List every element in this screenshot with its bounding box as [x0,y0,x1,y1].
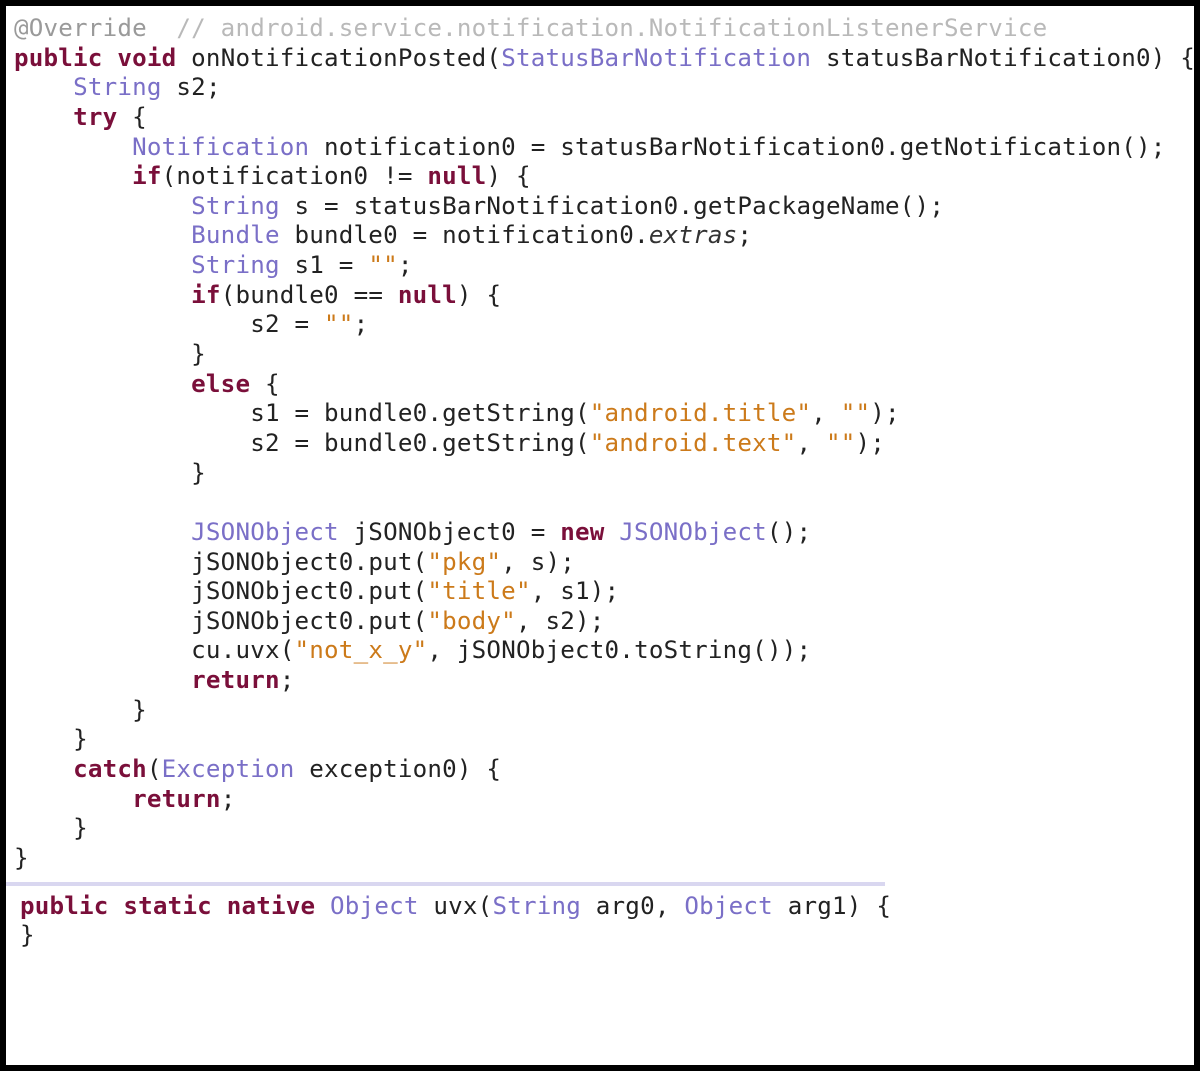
type-exception: Exception [162,755,295,783]
call-uvx: uvx [235,636,279,664]
kw-static: static [123,892,212,920]
var-exception0: exception0 [309,755,457,783]
type-bundle: Bundle [191,221,280,249]
kw-public: public [14,44,103,72]
kw-return-2: return [132,785,221,813]
str-pkg: "pkg" [427,548,501,576]
kw-else: else [191,370,250,398]
var-s: s [295,192,310,220]
section-divider [6,882,885,886]
str-body: "body" [427,607,516,635]
method-uvx: uvx [433,892,477,920]
str-android-text: "android.text" [590,429,797,457]
annotation-override: @Override [14,14,147,42]
code-block-main: @Override // android.service.notificatio… [6,6,1194,876]
type-notification: Notification [132,133,309,161]
var-cu: cu [191,636,221,664]
kw-catch: catch [73,755,147,783]
str-empty-2: "" [324,310,354,338]
comment-service: // android.service.notification.Notifica… [176,14,1047,42]
type-jsonobject: JSONObject [191,518,339,546]
kw-null: null [427,162,486,190]
type-object: Object [330,892,419,920]
param-sbn: statusBarNotification0 [826,44,1151,72]
code-block-native: public static native Object uvx(String a… [6,892,1194,960]
kw-return-1: return [191,666,280,694]
var-s2-decl: s2 [176,73,206,101]
var-bundle0: bundle0 [295,221,398,249]
str-android-title: "android.title" [590,399,811,427]
str-empty-1: "" [368,251,398,279]
kw-try: try [73,103,117,131]
kw-native: native [227,892,316,920]
param-arg0: arg0 [596,892,655,920]
type-string: String [73,73,162,101]
kw-new: new [560,518,604,546]
method-name: onNotificationPosted [191,44,486,72]
code-viewer: @Override // android.service.notificatio… [6,6,1194,1065]
kw-if: if [132,162,162,190]
str-title: "title" [427,577,530,605]
field-extras: extras [649,221,738,249]
call-getpackagename: getPackageName [693,192,900,220]
var-s1: s1 [295,251,325,279]
var-jsonobject0: jSONObject0 [354,518,516,546]
var-notification0: notification0 [324,133,516,161]
type-sbn: StatusBarNotification [501,44,811,72]
param-arg1: arg1 [788,892,847,920]
kw-void: void [117,44,176,72]
str-not-x-y: "not_x_y" [295,636,428,664]
call-getnotification: getNotification [900,133,1121,161]
